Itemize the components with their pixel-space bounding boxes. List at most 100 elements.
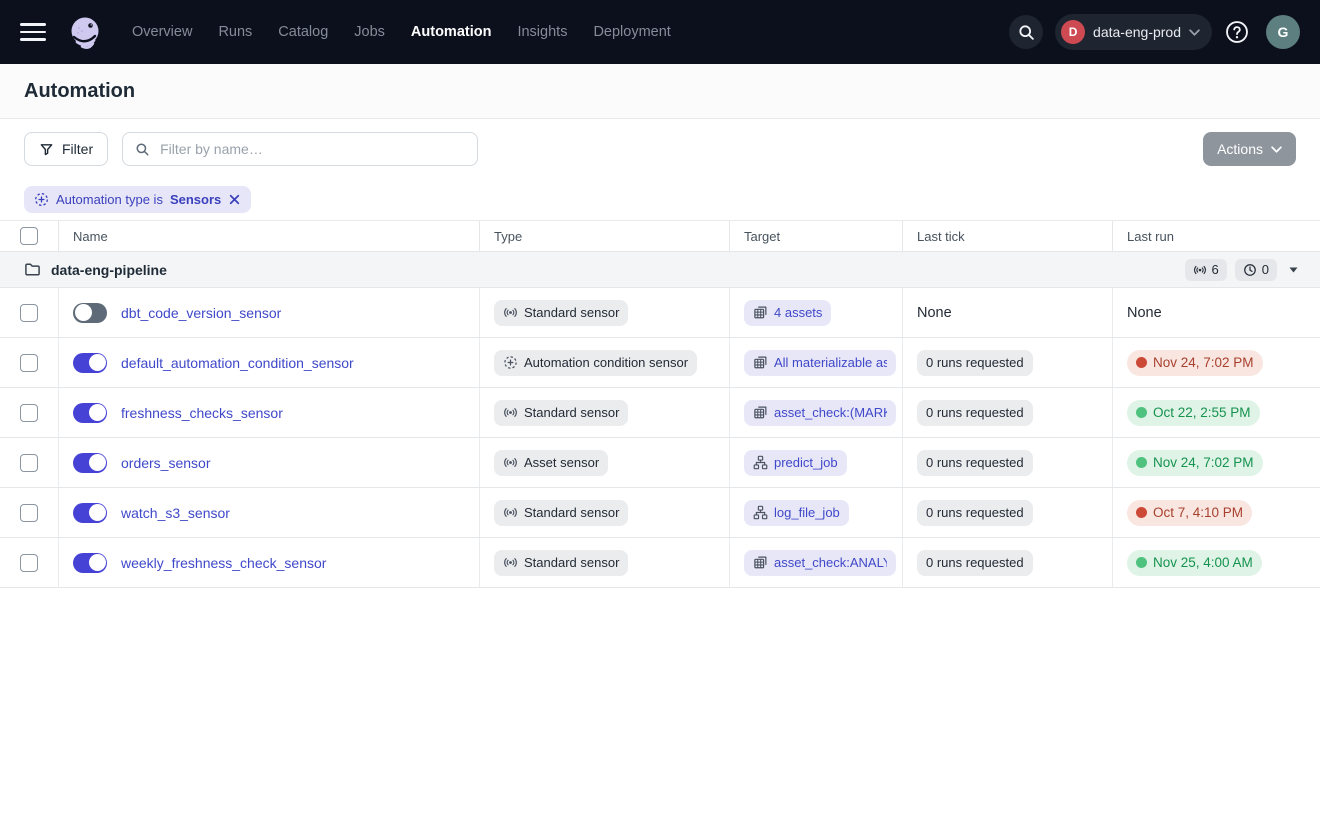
sensor-icon xyxy=(503,455,518,470)
sensor-type-label: Standard sensor xyxy=(524,555,619,570)
row-checkbox[interactable] xyxy=(20,404,38,422)
group-name: data-eng-pipeline xyxy=(51,262,167,278)
sensor-toggle[interactable] xyxy=(73,553,107,573)
table-row: default_automation_condition_sensor Autom… xyxy=(0,338,1320,388)
nav-item-deployment[interactable]: Deployment xyxy=(593,24,670,40)
run-status-dot-icon xyxy=(1136,407,1147,418)
nav-item-runs[interactable]: Runs xyxy=(218,24,252,40)
nav-item-automation[interactable]: Automation xyxy=(411,24,492,40)
sensor-type-badge: Standard sensor xyxy=(494,550,628,576)
sensor-toggle[interactable] xyxy=(73,353,107,373)
table-row: orders_sensorAsset sensorpredict_job0 ru… xyxy=(0,438,1320,488)
row-checkbox[interactable] xyxy=(20,354,38,372)
last-run-time: Nov 24, 7:02 PM xyxy=(1153,355,1254,370)
sensor-toggle[interactable] xyxy=(73,403,107,423)
last-run-status-badge[interactable]: Nov 24, 7:02 PM xyxy=(1127,350,1263,376)
sensor-type-label: Standard sensor xyxy=(524,505,619,520)
code-location-group-row[interactable]: data-eng-pipeline 6 0 xyxy=(0,252,1320,288)
help-icon[interactable] xyxy=(1224,17,1254,47)
chevron-down-icon xyxy=(1189,29,1200,36)
schedule-count-badge: 0 xyxy=(1235,259,1277,281)
close-icon[interactable] xyxy=(228,193,241,206)
column-header-last-run: Last run xyxy=(1113,221,1320,251)
sensor-icon xyxy=(503,305,518,320)
sensor-name-link[interactable]: watch_s3_sensor xyxy=(121,505,230,521)
target-link[interactable]: log_file_job xyxy=(774,505,840,520)
filter-button-label: Filter xyxy=(62,141,93,157)
nav-item-overview[interactable]: Overview xyxy=(132,24,192,40)
name-filter-input[interactable] xyxy=(158,140,465,158)
row-checkbox[interactable] xyxy=(20,304,38,322)
sensor-icon xyxy=(503,405,518,420)
sensor-name-link[interactable]: freshness_checks_sensor xyxy=(121,405,283,421)
actions-button[interactable]: Actions xyxy=(1203,132,1296,166)
hamburger-menu-icon[interactable] xyxy=(20,23,46,41)
sensor-name-link[interactable]: orders_sensor xyxy=(121,455,211,471)
last-run-status-badge[interactable]: Nov 24, 7:02 PM xyxy=(1127,450,1263,476)
search-icon[interactable] xyxy=(1009,15,1043,49)
last-run-time: Oct 22, 2:55 PM xyxy=(1153,405,1251,420)
last-run-status-badge[interactable]: Oct 22, 2:55 PM xyxy=(1127,400,1260,426)
sensor-type-badge: Automation condition sensor xyxy=(494,350,697,376)
target-badge[interactable]: asset_check:(MARK xyxy=(744,400,896,426)
active-filters-row: Automation type is Sensors xyxy=(0,179,1320,221)
target-badge[interactable]: predict_job xyxy=(744,450,847,476)
nav-item-catalog[interactable]: Catalog xyxy=(278,24,328,40)
user-avatar[interactable]: G xyxy=(1266,15,1300,49)
name-filter-field xyxy=(122,132,478,166)
table-header: Name Type Target Last tick Last run xyxy=(0,221,1320,252)
filter-chip-prefix: Automation type is xyxy=(56,192,163,207)
target-link[interactable]: asset_check:ANALY xyxy=(774,555,887,570)
last-tick-badge: 0 runs requested xyxy=(917,550,1033,576)
deployment-switcher[interactable]: D data-eng-prod xyxy=(1055,14,1212,50)
folder-icon xyxy=(24,261,41,278)
target-badge[interactable]: All materializable as xyxy=(744,350,896,376)
filter-chip-automation-type[interactable]: Automation type is Sensors xyxy=(24,186,251,213)
last-tick-value: None xyxy=(917,305,952,321)
target-link[interactable]: All materializable as xyxy=(774,355,887,370)
sensor-toggle[interactable] xyxy=(73,503,107,523)
target-link[interactable]: asset_check:(MARK xyxy=(774,405,887,420)
table-row: weekly_freshness_check_sensor Standard se… xyxy=(0,538,1320,588)
column-header-last-tick: Last tick xyxy=(903,221,1113,251)
last-tick-badge: 0 runs requested xyxy=(917,500,1033,526)
last-run-time: Nov 24, 7:02 PM xyxy=(1153,455,1254,470)
dagster-logo-icon[interactable] xyxy=(64,11,106,53)
filter-button[interactable]: Filter xyxy=(24,132,108,166)
table-row: watch_s3_sensor Standard sensor log_file_j… xyxy=(0,488,1320,538)
sensor-type-label: Asset sensor xyxy=(524,455,599,470)
sensor-name-link[interactable]: weekly_freshness_check_sensor xyxy=(121,555,326,571)
nav-item-jobs[interactable]: Jobs xyxy=(354,24,385,40)
target-link[interactable]: 4 assets xyxy=(774,305,822,320)
collapse-caret-icon[interactable] xyxy=(1285,267,1302,273)
row-checkbox[interactable] xyxy=(20,504,38,522)
last-run-status-badge[interactable]: Nov 25, 4:00 AM xyxy=(1127,550,1262,576)
target-badge[interactable]: 4 assets xyxy=(744,300,831,326)
column-header-target: Target xyxy=(730,221,903,251)
actions-button-label: Actions xyxy=(1217,141,1263,157)
select-all-checkbox[interactable] xyxy=(20,227,38,245)
target-link[interactable]: predict_job xyxy=(774,455,838,470)
target-badge[interactable]: log_file_job xyxy=(744,500,849,526)
table-row: freshness_checks_sensor Standard sensor as… xyxy=(0,388,1320,438)
funnel-icon xyxy=(39,142,54,157)
row-checkbox[interactable] xyxy=(20,554,38,572)
asset-icon xyxy=(753,305,768,320)
clock-icon xyxy=(1243,263,1257,277)
row-checkbox[interactable] xyxy=(20,454,38,472)
sensor-name-link[interactable]: default_automation_condition_sensor xyxy=(121,355,354,371)
primary-nav: Overview Runs Catalog Jobs Automation Insight… xyxy=(132,24,671,40)
nav-item-insights[interactable]: Insights xyxy=(517,24,567,40)
filter-chip-value: Sensors xyxy=(170,192,221,207)
last-run-status-badge[interactable]: Oct 7, 4:10 PM xyxy=(1127,500,1252,526)
sensor-name-link[interactable]: dbt_code_version_sensor xyxy=(121,305,281,321)
top-nav: Overview Runs Catalog Jobs Automation Insight… xyxy=(0,0,1320,64)
sensor-type-badge: Asset sensor xyxy=(494,450,608,476)
last-run-time: Nov 25, 4:00 AM xyxy=(1153,555,1253,570)
sensor-type-badge: Standard sensor xyxy=(494,400,628,426)
search-icon xyxy=(135,142,150,157)
sensor-toggle[interactable] xyxy=(73,303,107,323)
asset-icon xyxy=(753,405,768,420)
target-badge[interactable]: asset_check:ANALY xyxy=(744,550,896,576)
sensor-toggle[interactable] xyxy=(73,453,107,473)
